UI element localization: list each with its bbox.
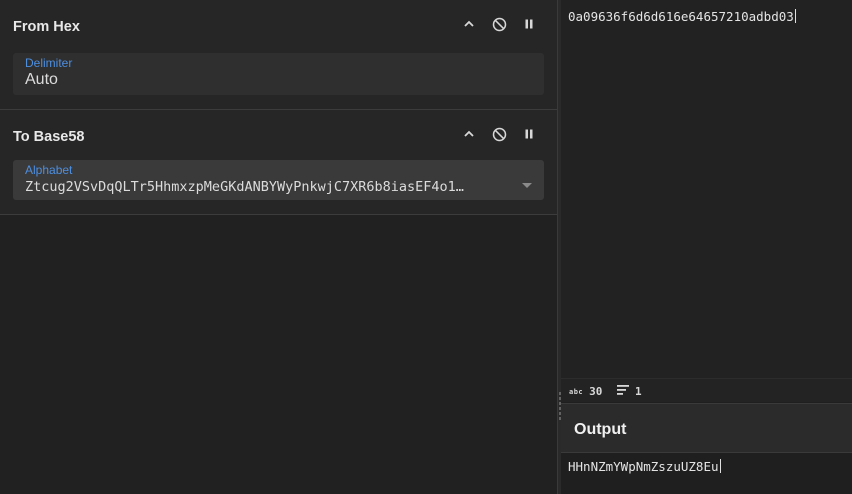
- input-status-bar: abc 30 1: [561, 378, 852, 402]
- io-pane: 0a09636f6d6d616e64657210adbd03 abc 30 1 …: [561, 0, 852, 494]
- input-text[interactable]: 0a09636f6d6d616e64657210adbd03: [568, 9, 796, 24]
- operation-title: From Hex: [13, 19, 80, 35]
- lines-stat: 1: [617, 385, 642, 398]
- delimiter-value: Auto: [25, 71, 58, 88]
- delimiter-field[interactable]: Delimiter Auto: [13, 53, 544, 95]
- dropdown-arrow-icon[interactable]: [522, 176, 532, 194]
- operation-controls: [461, 126, 537, 142]
- length-value: 30: [589, 385, 603, 398]
- input-area[interactable]: 0a09636f6d6d616e64657210adbd03: [561, 0, 852, 378]
- operation-controls: [461, 16, 537, 32]
- operation-title: To Base58: [13, 129, 85, 145]
- pause-icon[interactable]: [521, 16, 537, 32]
- operation-to-base58: To Base58 Alphabet Ztcug2VSvDqQLTr5Hhmxz…: [0, 110, 557, 215]
- pause-icon[interactable]: [521, 126, 537, 142]
- recipe-pane: From Hex Delimiter Auto To Base58 Alphab…: [0, 0, 558, 494]
- lines-icon: [617, 385, 629, 398]
- alphabet-label: Alphabet: [25, 163, 73, 177]
- alphabet-value: Ztcug2VSvDqQLTr5HhmxzpMeGKdANBYWyPnkwjC7…: [25, 179, 464, 195]
- length-stat: abc 30: [569, 385, 602, 398]
- input-value: 0a09636f6d6d616e64657210adbd03: [568, 9, 794, 24]
- delimiter-label: Delimiter: [25, 56, 73, 70]
- output-header: Output: [561, 403, 852, 453]
- chevron-up-icon[interactable]: [461, 126, 477, 142]
- disable-icon[interactable]: [491, 16, 507, 32]
- lines-value: 1: [635, 385, 642, 398]
- operation-from-hex: From Hex Delimiter Auto: [0, 0, 557, 110]
- text-caret: [719, 459, 721, 473]
- abc-icon: abc: [569, 387, 584, 396]
- chevron-up-icon[interactable]: [461, 16, 477, 32]
- text-caret: [794, 9, 796, 23]
- output-value: HHnNZmYWpNmZszuUZ8Eu: [568, 459, 719, 474]
- disable-icon[interactable]: [491, 126, 507, 142]
- alphabet-select[interactable]: Alphabet Ztcug2VSvDqQLTr5HhmxzpMeGKdANBY…: [13, 160, 544, 200]
- output-title: Output: [574, 421, 627, 438]
- output-text[interactable]: HHnNZmYWpNmZszuUZ8Eu: [568, 459, 721, 474]
